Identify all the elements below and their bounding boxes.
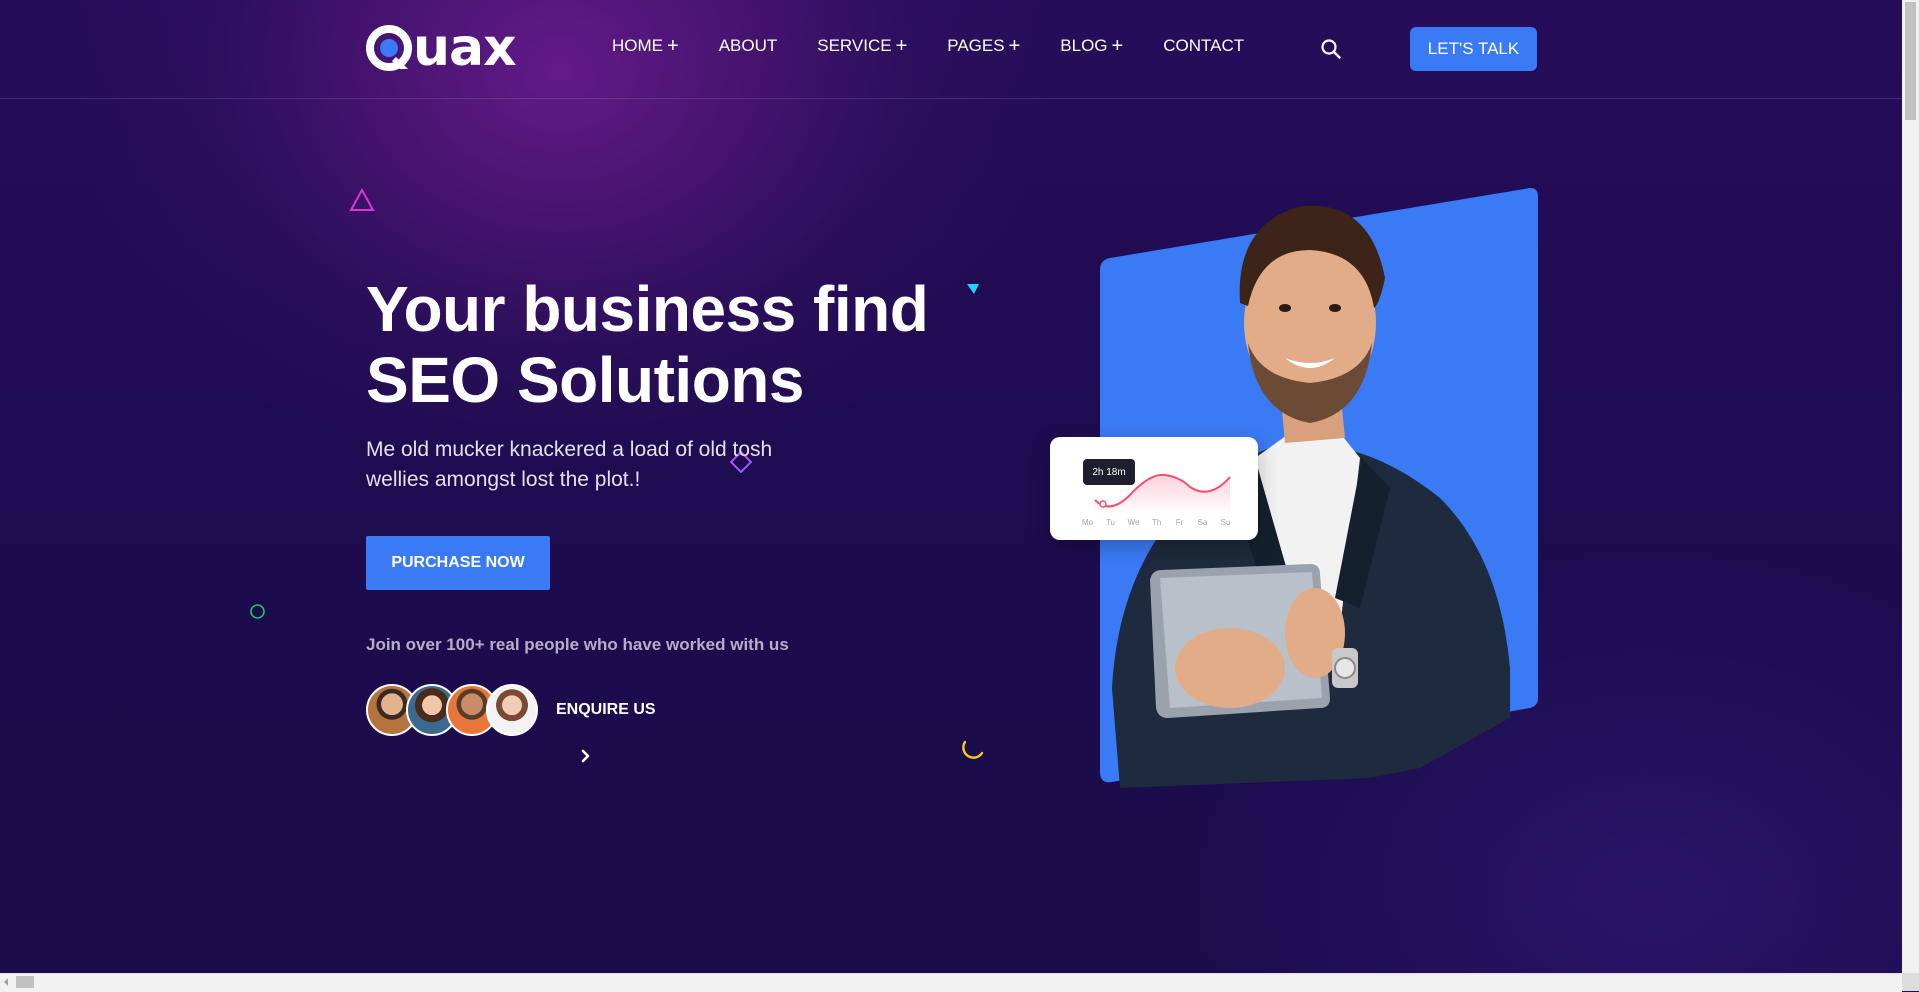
nav-pages-label: PAGES — [947, 36, 1005, 55]
site-header: uax HOME + ABOUT SERVICE + PAGES + BLOG … — [0, 0, 1902, 99]
day-label: Fr — [1175, 518, 1184, 527]
arc-shape-icon — [962, 740, 984, 759]
hero-subtitle: Me old mucker knackered a load of old to… — [366, 438, 773, 491]
lets-talk-button[interactable]: LET'S TALK — [1410, 27, 1537, 71]
stat-card: 2h 18m Mo Tu We Th Fr Sa Su — [1050, 437, 1258, 540]
plus-icon: + — [667, 34, 679, 57]
hero-title-line2: SEO Solutions — [366, 344, 804, 416]
nav-about-label: ABOUT — [718, 36, 778, 55]
day-label: Tu — [1105, 518, 1116, 527]
purchase-now-button[interactable]: PURCHASE NOW — [366, 536, 550, 590]
day-label: Sa — [1197, 518, 1208, 527]
plus-icon: + — [1111, 34, 1124, 57]
day-label: Su — [1220, 518, 1231, 527]
day-labels: Mo Tu We Th Fr Sa Su — [1076, 518, 1237, 527]
search-icon[interactable] — [1320, 38, 1342, 60]
scrollbar-corner — [1902, 973, 1919, 991]
logo-text: uax — [413, 18, 517, 78]
enquire-us-link[interactable]: ENQUIRE US — [556, 701, 656, 719]
nav-home-label: HOME — [612, 36, 663, 55]
nav-about[interactable]: ABOUT — [719, 36, 778, 56]
chevron-right-icon[interactable] — [577, 747, 595, 765]
horizontal-scrollbar[interactable] — [0, 973, 1902, 992]
main-nav: HOME + ABOUT SERVICE + PAGES + BLOG + CO… — [612, 36, 1284, 56]
page-background: uax HOME + ABOUT SERVICE + PAGES + BLOG … — [0, 0, 1902, 973]
triangle-shape-icon — [349, 188, 375, 211]
trend-line-icon — [1094, 473, 1231, 515]
nav-home[interactable]: HOME + — [612, 36, 679, 56]
nav-contact[interactable]: CONTACT — [1163, 36, 1244, 56]
avatar — [486, 684, 538, 736]
horizontal-scrollbar-thumb[interactable] — [16, 976, 34, 988]
logo-q-icon — [366, 25, 412, 71]
nav-blog-label: BLOG — [1060, 36, 1108, 55]
plus-icon: + — [895, 34, 908, 57]
join-text: Join over 100+ real people who have work… — [366, 635, 789, 654]
plus-icon: + — [1008, 34, 1021, 57]
nav-pages[interactable]: PAGES + — [947, 36, 1020, 56]
vertical-scrollbar[interactable] — [1902, 0, 1919, 973]
day-label: Th — [1151, 518, 1162, 527]
hero-title: Your business find SEO Solutions — [366, 274, 966, 416]
nav-contact-label: CONTACT — [1163, 36, 1245, 55]
cyan-triangle-icon — [967, 284, 979, 294]
logo[interactable]: uax — [366, 18, 517, 78]
circle-shape-icon — [250, 604, 265, 619]
day-label: We — [1127, 518, 1140, 527]
hero-title-line1: Your business find — [366, 273, 929, 345]
vertical-scrollbar-thumb[interactable] — [1905, 2, 1916, 120]
scroll-left-arrow-icon[interactable] — [4, 978, 8, 986]
nav-blog[interactable]: BLOG + — [1060, 36, 1123, 56]
nav-service[interactable]: SERVICE + — [817, 36, 907, 56]
nav-service-label: SERVICE — [817, 36, 892, 55]
day-label: Mo — [1081, 518, 1094, 527]
